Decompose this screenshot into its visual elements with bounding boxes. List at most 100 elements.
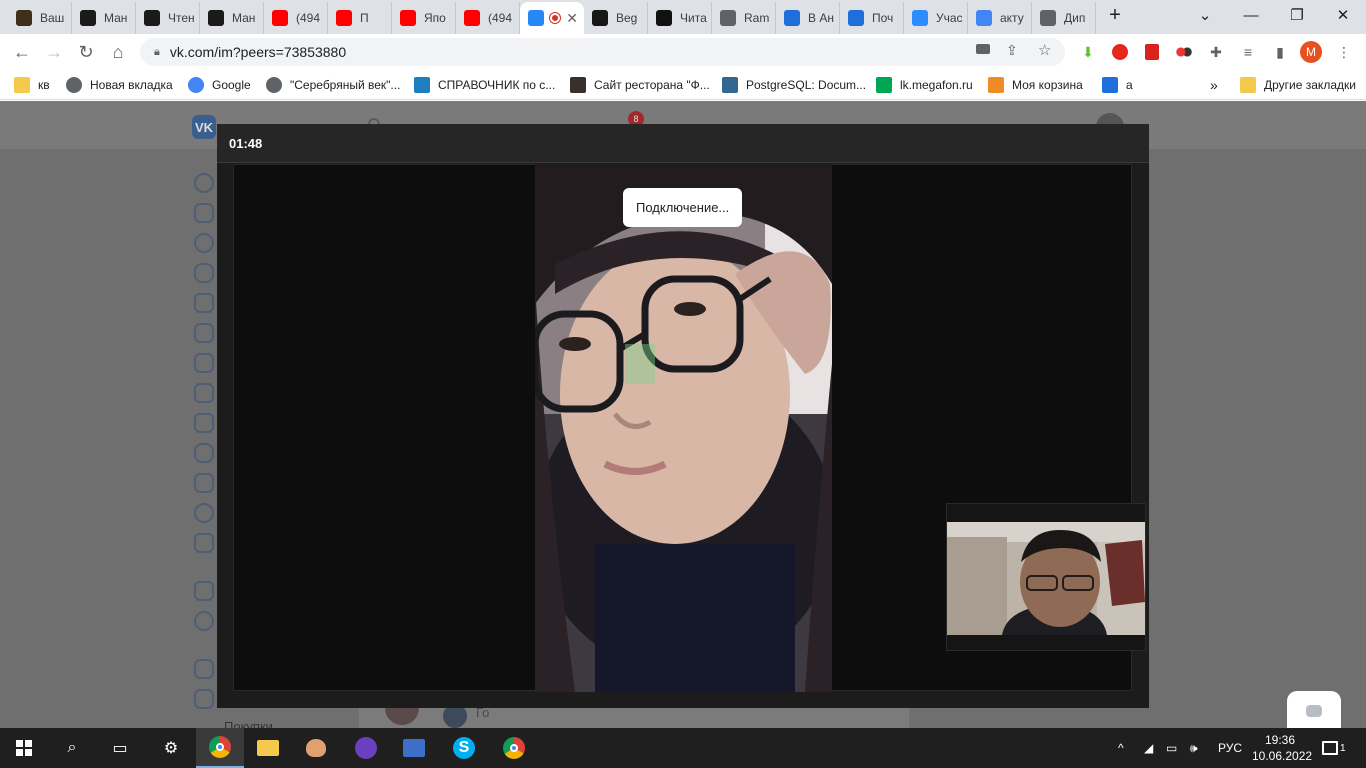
browser-tab[interactable]: (494 — [456, 2, 520, 34]
start-windows-icon[interactable] — [0, 728, 48, 768]
paint-icon[interactable] — [292, 728, 340, 768]
browser-tab[interactable]: Чтен — [136, 2, 200, 34]
browser-tab[interactable]: Учас — [904, 2, 968, 34]
browser-tab[interactable]: (494 — [264, 2, 328, 34]
messages-nav-icon[interactable] — [194, 233, 214, 253]
tab-title: Учас — [936, 11, 963, 25]
services-nav-icon[interactable] — [194, 581, 214, 601]
clips-nav-icon[interactable] — [194, 443, 214, 463]
browser-tab[interactable]: Beg — [584, 2, 648, 34]
music-nav-icon[interactable] — [194, 383, 214, 403]
back-arrow-icon[interactable]: ← — [6, 36, 38, 68]
adblock-icon[interactable] — [1110, 42, 1130, 62]
home-icon[interactable]: ⌂ — [102, 36, 134, 68]
bookmark-item[interactable]: СПРАВОЧНИК по с... — [414, 76, 555, 94]
games-nav-icon[interactable] — [194, 473, 214, 493]
bookmarks-nav-icon[interactable] — [194, 659, 214, 679]
extensions-puzzle-icon[interactable]: ✚ — [1206, 42, 1226, 62]
media-player-icon[interactable] — [342, 728, 390, 768]
pdf-extension-icon[interactable] — [1142, 42, 1162, 62]
bookmark-item[interactable]: a — [1102, 76, 1133, 94]
share-icon[interactable]: ⇪ — [1006, 42, 1018, 59]
browser-tab[interactable]: Ман — [200, 2, 264, 34]
clock-date: 10.06.2022 — [1252, 749, 1313, 763]
battery-icon[interactable]: ▭ — [1166, 728, 1177, 768]
bookmark-item[interactable]: кв — [14, 76, 50, 94]
self-video-preview[interactable] — [946, 503, 1146, 651]
bookmark-star-icon[interactable]: ☆ — [1038, 41, 1051, 59]
address-bar[interactable]: 🔒︎ vk.com/im?peers=73853880 ⇪ ☆ — [140, 38, 1065, 66]
taskbar-clock[interactable]: 19:36 10.06.2022 — [1252, 732, 1313, 764]
video-nav-icon[interactable] — [194, 413, 214, 433]
camera-icon[interactable] — [976, 44, 990, 54]
friends-nav-icon[interactable] — [194, 293, 214, 313]
chrome-second-icon[interactable] — [490, 728, 538, 768]
bookmarks-bar: кв Новая вкладка Google "Серебряный век"...… — [0, 70, 1366, 100]
menu-kebab-icon[interactable]: ⋮ — [1334, 42, 1354, 62]
bookmark-item[interactable]: Google — [188, 76, 251, 94]
network-icon[interactable]: ◢ — [1144, 728, 1153, 768]
photos-nav-icon[interactable] — [194, 353, 214, 373]
tab-title: (494 — [296, 11, 321, 25]
browser-tab[interactable]: Ман — [72, 2, 136, 34]
tab-title: Beg — [616, 11, 638, 25]
settings-gear-icon[interactable]: ⚙ — [147, 728, 195, 768]
browser-tab[interactable]: ✕ — [520, 2, 584, 34]
reload-icon[interactable]: ↻ — [70, 36, 102, 68]
browser-tab[interactable]: Ваш — [8, 2, 72, 34]
manga-icon — [144, 10, 160, 26]
mail-icon — [1102, 77, 1118, 93]
stickers-nav-icon[interactable] — [194, 503, 214, 523]
media-control-icon[interactable]: ≡ — [1238, 42, 1258, 62]
address-url[interactable]: vk.com/im?peers=73853880 — [170, 44, 346, 60]
browser-tab[interactable]: П — [328, 2, 392, 34]
restore-button[interactable]: ❐ — [1274, 0, 1320, 30]
browser-tab[interactable]: В Ан — [776, 2, 840, 34]
minimize-button[interactable]: — — [1228, 0, 1274, 30]
news-nav-icon[interactable] — [194, 203, 214, 223]
bookmarks-more-button[interactable]: » — [1210, 76, 1218, 94]
market-nav-icon[interactable] — [194, 533, 214, 553]
close-window-button[interactable]: ✕ — [1320, 0, 1366, 30]
bookmark-item[interactable]: Сайт ресторана "Ф... — [570, 76, 710, 94]
chat-bubble-button[interactable] — [1287, 691, 1341, 731]
browser-tab[interactable]: Чита — [648, 2, 712, 34]
bookmark-item[interactable]: "Серебряный век"... — [266, 76, 400, 94]
new-tab-button[interactable]: + — [1092, 0, 1138, 30]
download-extension-icon[interactable]: ⬇ — [1078, 42, 1098, 62]
search-magnifier-icon[interactable]: ⌕ — [48, 728, 96, 768]
remote-video[interactable]: Подключение... — [535, 164, 832, 692]
browser-tab[interactable]: акту — [968, 2, 1032, 34]
profile-avatar[interactable]: M — [1300, 41, 1322, 63]
browser-tab[interactable]: Поч — [840, 2, 904, 34]
files-nav-icon[interactable] — [194, 689, 214, 709]
language-indicator[interactable]: РУС — [1218, 728, 1242, 768]
bookmark-item[interactable]: Моя корзина — [988, 76, 1083, 94]
payments-nav-icon[interactable] — [194, 611, 214, 631]
notifications-icon[interactable]: 1 — [1322, 728, 1346, 768]
chrome-taskbar-icon[interactable] — [196, 728, 244, 768]
browser-tab[interactable]: Япо — [392, 2, 456, 34]
close-tab-icon[interactable]: ✕ — [566, 10, 578, 27]
browser-tab[interactable]: Ram — [712, 2, 776, 34]
vk-menu-label[interactable]: Покупки — [224, 719, 273, 728]
vk-logo-icon[interactable]: VK — [192, 115, 216, 139]
bookmark-item[interactable]: PostgreSQL: Docum... — [722, 76, 866, 94]
bookmark-item[interactable]: lk.megafon.ru — [876, 76, 973, 94]
side-panel-icon[interactable]: ▮ — [1270, 42, 1290, 62]
communities-nav-icon[interactable] — [194, 323, 214, 343]
forward-arrow-icon[interactable]: → — [38, 36, 70, 68]
color-extension-icon[interactable] — [1174, 42, 1194, 62]
tab-search-chevron-icon[interactable]: ⌄ — [1182, 0, 1228, 30]
network-app-icon[interactable] — [390, 728, 438, 768]
browser-tab[interactable]: Дип — [1032, 2, 1096, 34]
profile-nav-icon[interactable] — [194, 173, 214, 193]
bookmark-item[interactable]: Новая вкладка — [66, 76, 173, 94]
skype-icon[interactable]: S — [440, 728, 488, 768]
other-bookmarks-folder[interactable]: Другие закладки — [1240, 76, 1356, 94]
calls-nav-icon[interactable] — [194, 263, 214, 283]
volume-icon[interactable]: 🕪︎ — [1190, 728, 1198, 768]
task-view-icon[interactable]: ▭ — [96, 728, 144, 768]
file-explorer-icon[interactable] — [244, 728, 292, 768]
tray-chevron-icon[interactable]: ^ — [1118, 728, 1124, 768]
